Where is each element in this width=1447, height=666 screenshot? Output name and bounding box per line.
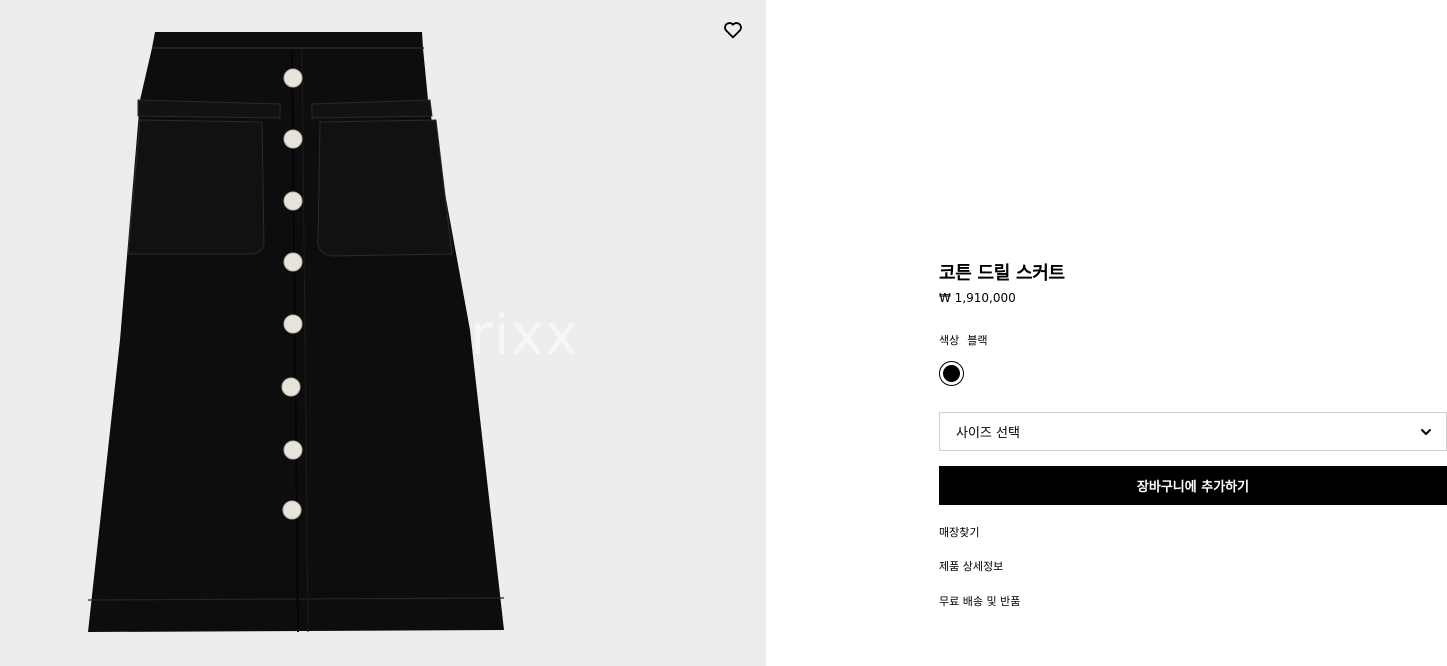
color-value: 블랙 xyxy=(967,334,988,347)
size-select[interactable]: 사이즈 선택 xyxy=(939,412,1447,451)
add-to-cart-button[interactable]: 장바구니에 추가하기 xyxy=(939,466,1447,505)
watermark: rixx xyxy=(470,303,579,368)
product-image xyxy=(87,32,505,633)
find-store-link[interactable]: 매장찾기 xyxy=(939,524,979,540)
product-info-panel: 코튼 드릴 스커트 ₩ 1,910,000 색상 블랙 사이즈 선택 장바구니에… xyxy=(939,0,1447,666)
shipping-returns-link[interactable]: 무료 배송 및 반품 xyxy=(939,593,1020,609)
size-select-label: 사이즈 선택 xyxy=(956,426,1020,441)
color-row: 색상 블랙 xyxy=(939,332,988,348)
product-details-link[interactable]: 제품 상세정보 xyxy=(939,558,1003,574)
color-swatch-black[interactable] xyxy=(939,361,964,386)
product-price: ₩ 1,910,000 xyxy=(939,291,1016,305)
product-title: 코튼 드릴 스커트 xyxy=(939,263,1065,284)
wishlist-button[interactable] xyxy=(720,17,746,43)
product-gallery: rixx xyxy=(0,0,766,666)
heart-icon xyxy=(724,22,742,39)
swatch-fill xyxy=(943,365,960,382)
chevron-down-icon xyxy=(1421,429,1431,435)
color-label: 색상 xyxy=(939,334,960,347)
